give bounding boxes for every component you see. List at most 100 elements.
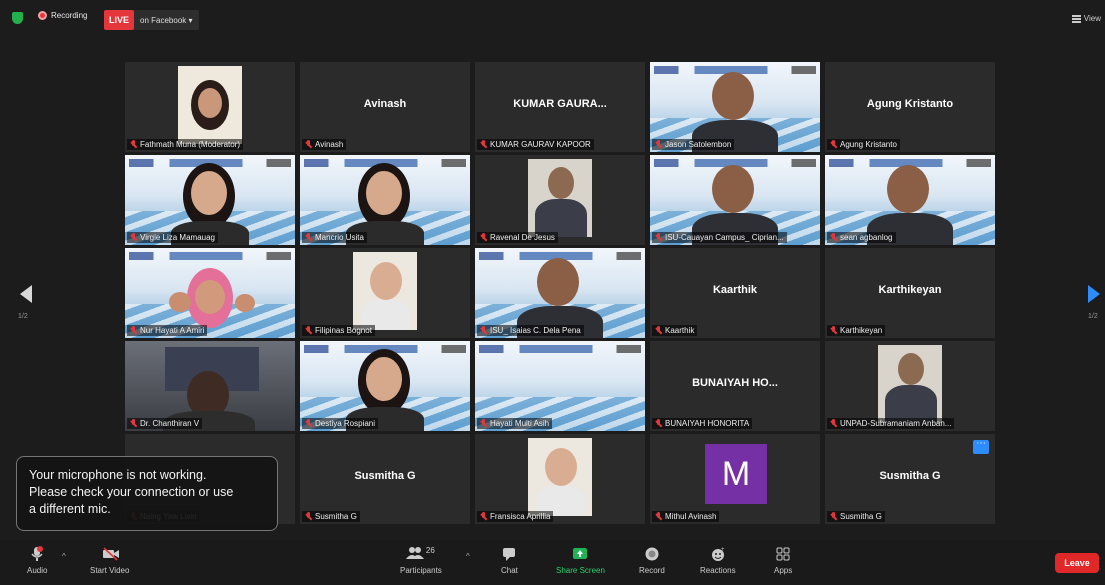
participant-tile[interactable]: Nur Hayati A Amiri (125, 248, 295, 338)
participant-tile[interactable]: ISU_ Isaias C. Dela Pena (475, 248, 645, 338)
participant-name-label: KUMAR GAURAV KAPOOR (477, 139, 594, 150)
microphone-muted-icon (655, 326, 662, 335)
participant-tile[interactable]: Kaarthik Kaarthik (650, 248, 820, 338)
microphone-muted-icon (130, 419, 137, 428)
participant-tile[interactable]: KUMAR GAURA... KUMAR GAURAV KAPOOR (475, 62, 645, 152)
participant-name: Avinash (315, 140, 344, 149)
microphone-muted-icon (130, 140, 137, 149)
participant-name-label: Mancrio Usita (302, 232, 367, 243)
recording-label: Recording (51, 11, 88, 20)
apps-button[interactable]: Apps (774, 546, 792, 575)
participant-tile[interactable]: M Mithul Avinash (650, 434, 820, 524)
share-screen-button[interactable]: Share Screen (556, 546, 605, 575)
microphone-muted-icon (305, 326, 312, 335)
participant-name-label: BUNAIYAH HONORITA (652, 418, 753, 429)
chat-button[interactable]: Chat (501, 546, 518, 575)
share-screen-icon (572, 546, 588, 562)
participant-tile[interactable]: Avinash Avinash (300, 62, 470, 152)
participant-tile[interactable]: UNPAD-Subramaniam Anban... (825, 341, 995, 431)
microphone-muted-icon (830, 512, 837, 521)
participant-name: Virgie Liza Mamauag (140, 233, 216, 242)
microphone-muted-icon (480, 419, 487, 428)
participant-name: Fathmath Muna (Moderator) (140, 140, 241, 149)
record-button[interactable]: Record (639, 546, 665, 575)
microphone-muted-icon (305, 419, 312, 428)
microphone-muted-icon (480, 233, 487, 242)
page-indicator-left: 1/2 (18, 313, 28, 320)
participant-tile[interactable]: Dr. Chanthiran V (125, 341, 295, 431)
participant-name: Filipinas Bognot (315, 326, 372, 335)
participant-grid: Fathmath Muna (Moderator) Avinash Avinash K… (125, 62, 995, 524)
microphone-muted-icon (480, 140, 487, 149)
microphone-muted-icon (305, 140, 312, 149)
participant-name: Fransisca Aprillia (490, 512, 551, 521)
participant-tile[interactable]: Jason Satolembon (650, 62, 820, 152)
participant-name: UNPAD-Subramaniam Anban... (840, 419, 952, 428)
next-page-arrow-icon[interactable] (1088, 285, 1100, 303)
grid-view-icon (1071, 14, 1081, 23)
participant-name-label: Avinash (302, 139, 347, 150)
participant-name: Karthikeyan (840, 326, 883, 335)
previous-page-arrow-icon[interactable] (20, 285, 32, 303)
audio-options-caret-icon[interactable]: ^ (62, 552, 66, 561)
participant-name: Mithul Avinash (665, 512, 717, 521)
participant-name-label: Dr. Chanthiran V (127, 418, 203, 429)
participant-name: Dr. Chanthiran V (140, 419, 200, 428)
view-button[interactable]: View (1071, 14, 1101, 23)
microphone-muted-icon (830, 326, 837, 335)
leave-button[interactable]: Leave (1055, 553, 1099, 573)
microphone-muted-icon (130, 326, 137, 335)
participant-name: Destiya Rospiani (315, 419, 376, 428)
participant-tile[interactable]: Fathmath Muna (Moderator) (125, 62, 295, 152)
microphone-warning-toast[interactable]: Your microphone is not working. Please c… (16, 456, 278, 531)
participant-tile[interactable]: Destiya Rospiani (300, 341, 470, 431)
participant-tile[interactable]: Agung Kristanto Agung Kristanto (825, 62, 995, 152)
participant-display-name: Avinash (363, 98, 407, 110)
live-target: on Facebook ▾ (140, 15, 193, 25)
participant-name-label: Nur Hayati A Amiri (127, 325, 208, 336)
participants-label: Participants (400, 566, 442, 575)
participant-display-name: Agung Kristanto (866, 98, 954, 110)
participant-tile[interactable]: Hayati Multi Asih (475, 341, 645, 431)
participant-tile[interactable]: sean agbanlog (825, 155, 995, 245)
reactions-button[interactable]: + Reactions (700, 546, 736, 575)
participant-display-name: BUNAIYAH HO... (692, 377, 778, 389)
live-badge: LIVE (104, 10, 135, 30)
participant-tile[interactable]: Karthikeyan Karthikeyan (825, 248, 995, 338)
participant-tile[interactable]: Filipinas Bognot (300, 248, 470, 338)
toast-line-2: Please check your connection or use (29, 485, 234, 499)
participant-name-label: Mithul Avinash (652, 511, 720, 522)
zoom-meeting-window: Recording LIVE on Facebook ▾ View 1/2 1/… (0, 0, 1105, 585)
participant-name: Susmitha G (840, 512, 882, 521)
shield-icon[interactable] (12, 12, 23, 24)
start-video-button[interactable]: Start Video (90, 546, 129, 575)
live-stream-button[interactable]: LIVE on Facebook ▾ (104, 10, 199, 30)
microphone-muted-icon (480, 512, 487, 521)
microphone-muted-icon (480, 326, 487, 335)
participants-button[interactable]: 26 Participants (400, 546, 442, 575)
avatar: M (705, 444, 767, 504)
toast-line-1: Your microphone is not working. (29, 468, 207, 482)
start-video-label: Start Video (90, 566, 130, 575)
participant-tile[interactable]: ISU-Cauayan Campus_ Ciprian... (650, 155, 820, 245)
participant-tile[interactable]: Mancrio Usita (300, 155, 470, 245)
participant-tile[interactable]: Virgie Liza Mamauag (125, 155, 295, 245)
participant-name-label: Karthikeyan (827, 325, 886, 336)
participant-name-label: Filipinas Bognot (302, 325, 375, 336)
participants-count: 26 (425, 546, 435, 555)
participant-display-name: KUMAR GAURA... (513, 98, 607, 110)
participants-options-caret-icon[interactable]: ^ (466, 552, 470, 561)
participant-tile[interactable]: Susmitha G Susmitha G (825, 434, 995, 524)
participant-tile[interactable]: Susmitha G Susmitha G (300, 434, 470, 524)
apps-icon (775, 546, 791, 562)
participant-tile[interactable]: Fransisca Aprillia (475, 434, 645, 524)
participant-name: Mancrio Usita (315, 233, 364, 242)
recording-indicator[interactable]: Recording (38, 11, 87, 20)
audio-button[interactable]: Audio (27, 546, 47, 575)
apps-label: Apps (774, 566, 793, 575)
participant-name: ISU-Cauayan Campus_ Ciprian... (665, 233, 784, 242)
participant-tile[interactable]: BUNAIYAH HO... BUNAIYAH HONORITA (650, 341, 820, 431)
participant-tile[interactable]: Ravenal De Jesus (475, 155, 645, 245)
more-options-icon[interactable] (973, 438, 989, 454)
participant-name-label: sean agbanlog (827, 232, 896, 243)
